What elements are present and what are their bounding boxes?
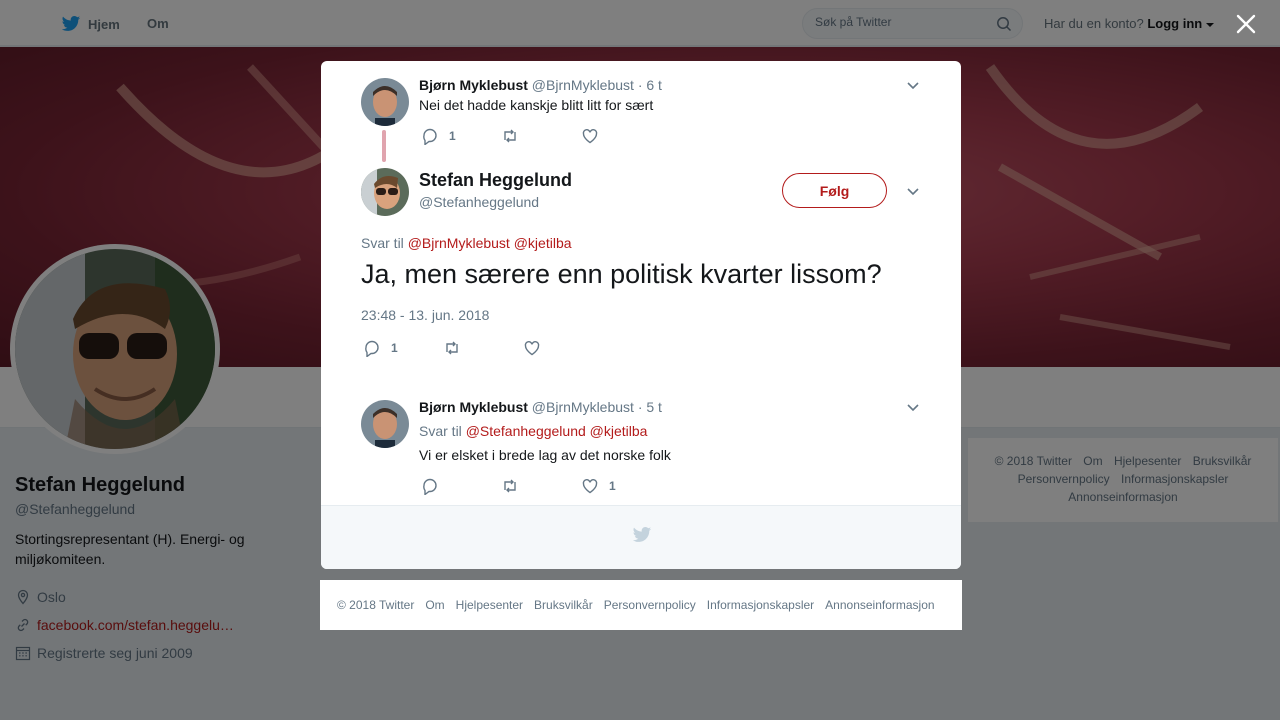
- tweet-actions: 1: [421, 126, 661, 146]
- tweet-text: Nei det hadde kanskje blitt litt for sær…: [419, 97, 654, 113]
- tweet-time[interactable]: · 5 t: [638, 399, 662, 415]
- footer-link[interactable]: Personvernpolicy: [604, 598, 696, 612]
- heart-icon: [582, 479, 598, 494]
- tweet-actions: 1: [421, 476, 661, 496]
- avatar-photo: [361, 400, 409, 448]
- like-button[interactable]: 1: [581, 477, 661, 495]
- tweet-timestamp[interactable]: 23:48 - 13. jun. 2018: [361, 307, 489, 323]
- reply-icon: [423, 128, 437, 145]
- chevron-down-icon[interactable]: [905, 183, 921, 199]
- like-button[interactable]: [523, 339, 603, 357]
- tweet-author-handle[interactable]: @BjrnMyklebust: [532, 399, 634, 415]
- footer-link[interactable]: Om: [425, 598, 444, 612]
- tweet-text: Ja, men særere enn politisk kvarter liss…: [361, 259, 882, 289]
- tweet-text: Vi er elsket i brede lag av det norske f…: [419, 447, 671, 463]
- tweet-actions: 1: [363, 338, 603, 358]
- tweet-header: Bjørn Myklebust @BjrnMyklebust · 5 t: [419, 399, 662, 415]
- tweet-author-handle[interactable]: @BjrnMyklebust: [532, 77, 634, 93]
- avatar-photo: [361, 78, 409, 126]
- mention-link[interactable]: @kjetilba: [514, 235, 572, 251]
- footer-link[interactable]: Informasjonskapsler: [707, 598, 814, 612]
- tweet-time[interactable]: · 6 t: [638, 77, 662, 93]
- reply-icon: [365, 340, 379, 357]
- footer-link[interactable]: Annonseinformasjon: [825, 598, 934, 612]
- reply-context: Svar til @Stefanheggelund @kjetilba: [419, 423, 647, 439]
- reply-button[interactable]: 1: [421, 127, 501, 145]
- twitter-bird-icon: [632, 527, 652, 542]
- reply-count: 1: [449, 129, 456, 143]
- heart-icon: [582, 129, 598, 144]
- tweet-author-name[interactable]: Bjørn Myklebust: [419, 399, 528, 415]
- reply-prefix: Svar til: [419, 423, 462, 439]
- follow-button[interactable]: Følg: [782, 173, 887, 208]
- retweet-button[interactable]: [501, 127, 581, 145]
- chevron-down-icon[interactable]: [905, 399, 921, 415]
- retweet-icon: [504, 479, 516, 493]
- avatar[interactable]: [361, 78, 409, 126]
- tweet-permalink-modal: Bjørn Myklebust @BjrnMyklebust · 6 t Nei…: [321, 61, 961, 569]
- tweet-author-name[interactable]: Bjørn Myklebust: [419, 77, 528, 93]
- chevron-down-icon[interactable]: [905, 77, 921, 93]
- like-count: 1: [609, 479, 616, 493]
- page-footer: © 2018 Twitter Om Hjelpesenter Bruksvilk…: [320, 580, 962, 630]
- modal-footer: [321, 505, 961, 569]
- reply-button[interactable]: 1: [363, 339, 443, 357]
- like-button[interactable]: [581, 127, 661, 145]
- reply-count: 1: [391, 341, 398, 355]
- tweet-header: Bjørn Myklebust @BjrnMyklebust · 6 t: [419, 77, 662, 93]
- retweet-icon: [504, 129, 516, 143]
- mention-link[interactable]: @Stefanheggelund: [466, 423, 586, 439]
- avatar[interactable]: [361, 168, 409, 216]
- thread-connector-line: [382, 130, 386, 162]
- avatar-photo: [361, 168, 409, 216]
- tweet-author-name[interactable]: Stefan Heggelund: [419, 170, 572, 191]
- footer-link[interactable]: © 2018 Twitter: [337, 598, 414, 612]
- footer-link[interactable]: Hjelpesenter: [456, 598, 523, 612]
- reply-context: Svar til @BjrnMyklebust @kjetilba: [361, 235, 572, 251]
- reply-icon: [423, 478, 437, 495]
- reply-button[interactable]: [421, 477, 501, 495]
- mention-link[interactable]: @BjrnMyklebust: [408, 235, 510, 251]
- tweet-author-handle[interactable]: @Stefanheggelund: [419, 194, 539, 210]
- mention-link[interactable]: @kjetilba: [590, 423, 648, 439]
- retweet-icon: [446, 341, 458, 355]
- close-icon[interactable]: [1234, 12, 1258, 36]
- avatar[interactable]: [361, 400, 409, 448]
- footer-link[interactable]: Bruksvilkår: [534, 598, 593, 612]
- retweet-button[interactable]: [501, 477, 581, 495]
- heart-icon: [524, 341, 540, 356]
- retweet-button[interactable]: [443, 339, 523, 357]
- reply-prefix: Svar til: [361, 235, 404, 251]
